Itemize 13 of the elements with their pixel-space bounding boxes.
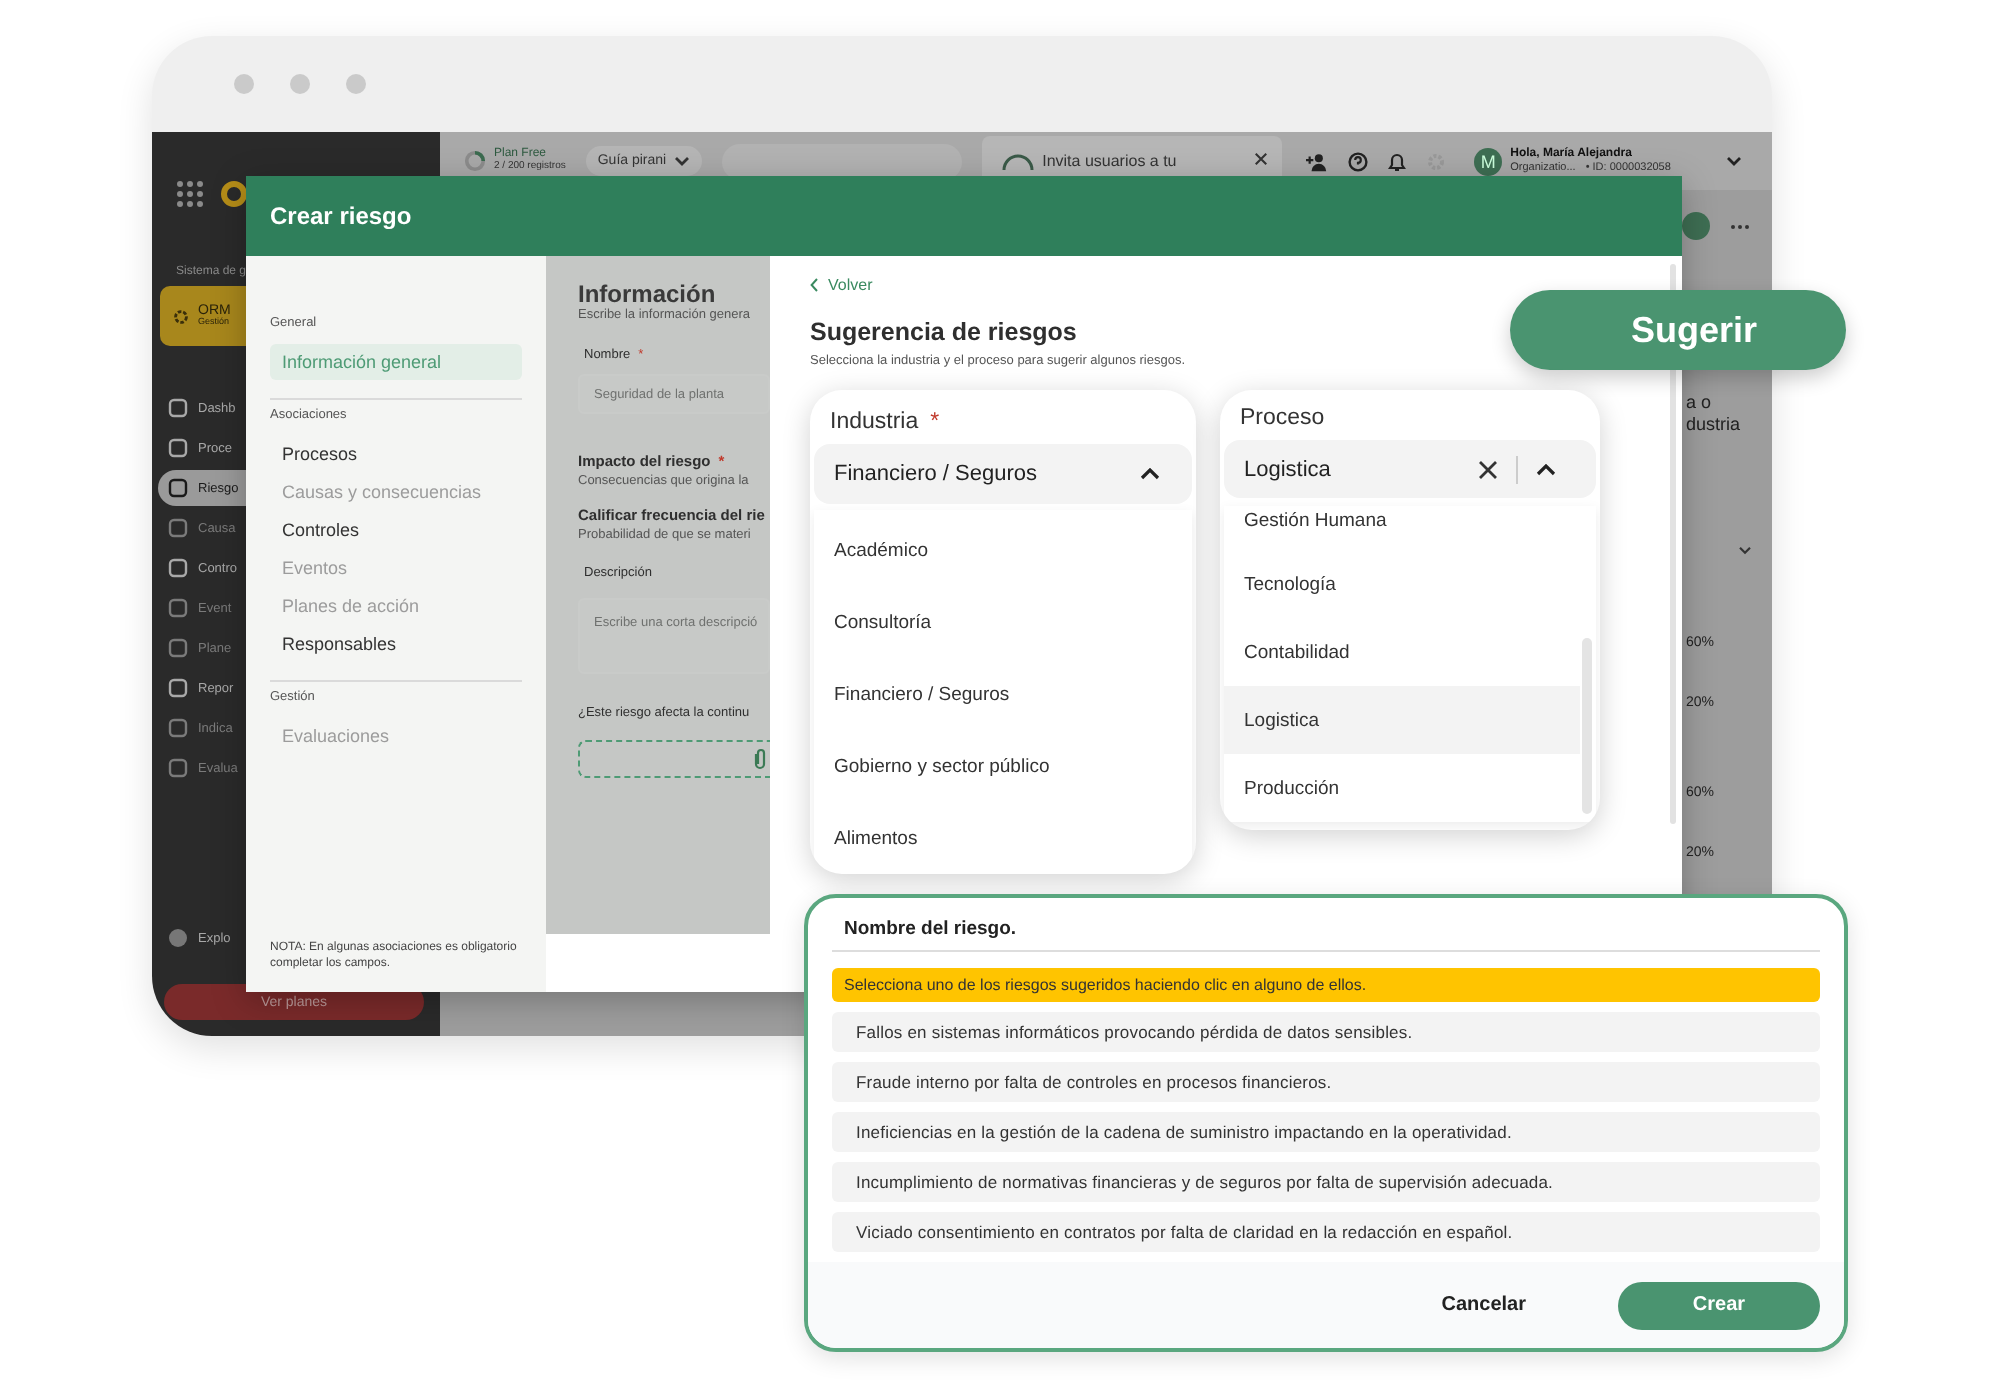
cut-text: a o: [1686, 392, 1714, 414]
hint-banner: Selecciona uno de los riesgos sugeridos haciendo clic en alguno de ellos.: [832, 968, 1820, 1002]
card-title: Nombre del riesgo.: [832, 918, 1820, 952]
required-mark: *: [930, 410, 940, 434]
invite-text: Invita usuarios a tu: [1042, 152, 1177, 170]
dialog-title: Crear riesgo: [270, 202, 412, 230]
select-value: Logistica: [1244, 457, 1333, 481]
cut-text: dustria: [1686, 413, 1743, 436]
select-value: Financiero / Seguros: [834, 462, 1039, 486]
dropdown-label: Proceso: [1240, 406, 1325, 430]
dropdown-label: Industria: [830, 410, 919, 434]
panel-title: Sugerencia de riesgos: [810, 318, 1079, 346]
form-title: Información: [578, 280, 718, 308]
